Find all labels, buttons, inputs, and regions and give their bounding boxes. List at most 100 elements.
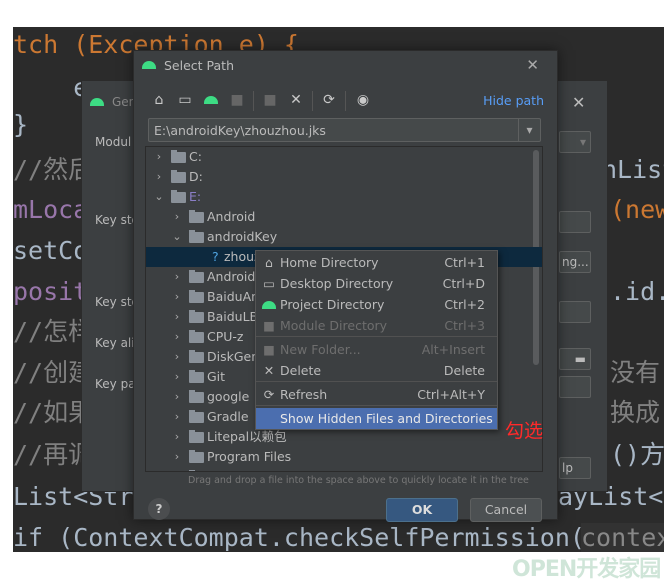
context-menu: ⌂ Home Directory Ctrl+1 ▭ Desktop Directory C…	[255, 250, 498, 430]
folder-icon	[189, 330, 204, 343]
menu-item-module-directory[interactable]: ■ Module Directory Ctrl+3	[256, 315, 497, 336]
code-fragment: 没有	[610, 358, 661, 387]
help-button[interactable]: lp	[559, 457, 591, 479]
drag-drop-hint: Drag and drop a file into the space abov…	[188, 475, 529, 486]
watermark: OPEN开发家园	[512, 557, 661, 582]
tree-item[interactable]: › Litepal以赖包	[146, 427, 542, 447]
show-hidden-icon[interactable]: ◉	[354, 91, 372, 109]
tree-item-label: AndroidI	[207, 269, 260, 284]
menu-item-label: Home Directory	[280, 255, 379, 270]
new-folder-icon[interactable]: ■	[261, 91, 279, 109]
hide-path-link[interactable]: Hide path	[483, 93, 544, 108]
chevron-down-icon[interactable]: ▾	[518, 119, 540, 141]
menu-item-project-directory[interactable]: Project Directory Ctrl+2	[256, 294, 497, 315]
key-password-field[interactable]	[559, 376, 591, 398]
delete-icon: ✕	[263, 363, 275, 378]
dialog-title: Select Path	[164, 58, 234, 73]
field-label: Key ali	[95, 336, 135, 350]
folder-icon[interactable]: ▬	[559, 348, 591, 370]
chevron-right-icon[interactable]: ›	[172, 427, 182, 447]
folder-icon	[189, 410, 204, 423]
help-button[interactable]: ?	[148, 498, 170, 520]
tree-item-label: E:	[189, 189, 202, 204]
unknown-file-icon: ?	[212, 249, 219, 264]
android-project-icon[interactable]	[202, 91, 220, 109]
code-fragment: ()方	[610, 440, 664, 469]
close-icon[interactable]: ✕	[572, 93, 585, 112]
tree-item[interactable]: › ScreenToGif	[146, 467, 542, 471]
chevron-right-icon[interactable]: ›	[172, 407, 182, 427]
tree-item[interactable]: › C:	[146, 147, 542, 167]
tree-item-label: CPU-z	[207, 329, 244, 344]
path-combobox[interactable]: E:\androidKey\zhouzhou.jks ▾	[148, 118, 541, 142]
menu-item-label: Project Directory	[280, 297, 385, 312]
menu-item-delete[interactable]: ✕ Delete Delete	[256, 360, 497, 381]
path-input[interactable]: E:\androidKey\zhouzhou.jks	[154, 123, 326, 138]
menu-item-home-directory[interactable]: ⌂ Home Directory Ctrl+1	[256, 252, 497, 273]
desktop-icon[interactable]: ▭	[176, 91, 194, 109]
tree-item-label: Git	[207, 369, 226, 384]
folder-icon	[189, 210, 204, 223]
chevron-right-icon[interactable]: ›	[172, 207, 182, 227]
tree-item[interactable]: ⌄ androidKey	[146, 227, 542, 247]
chevron-right-icon[interactable]: ›	[172, 327, 182, 347]
folder-icon	[189, 390, 204, 403]
drive-icon	[171, 150, 186, 163]
ok-button[interactable]: OK	[386, 498, 458, 522]
code-fragment: (new	[610, 195, 664, 224]
chevron-down-icon[interactable]: ⌄	[172, 227, 182, 247]
code-line: if (ContextCompat.checkSelfPermission(	[13, 523, 585, 552]
tree-item[interactable]: › Program Files	[146, 447, 542, 467]
code-line: mLoca	[13, 195, 89, 224]
chevron-right-icon[interactable]: ›	[172, 447, 182, 467]
folder-icon	[189, 450, 204, 463]
menu-item-shortcut: Ctrl+1	[444, 255, 485, 270]
tree-item-label: Program Files	[207, 449, 292, 464]
tree-item-label: Gradle	[207, 409, 249, 424]
keystore-path-field[interactable]	[559, 211, 591, 233]
folder-icon	[189, 430, 204, 443]
menu-item-shortcut: Ctrl+Alt+Y	[417, 387, 485, 402]
keystore-password-field[interactable]	[559, 301, 591, 323]
tree-item-label: Litepal以赖包	[207, 429, 287, 444]
tree-item-label: ScreenToGif	[207, 467, 281, 471]
chevron-right-icon[interactable]: ›	[172, 387, 182, 407]
refresh-icon[interactable]: ⟳	[320, 91, 338, 109]
tree-item-label: androidKey	[207, 229, 278, 244]
module-dropdown[interactable]: ▾	[559, 131, 591, 153]
menu-item-show-hidden-files-and-directories[interactable]: Show Hidden Files and Directories	[256, 408, 497, 429]
chevron-right-icon[interactable]: ›	[172, 367, 182, 387]
module-icon[interactable]: ■	[228, 91, 246, 109]
delete-icon[interactable]: ✕	[287, 91, 305, 109]
tree-item[interactable]: › Android	[146, 207, 542, 227]
tree-item-label: DiskGen	[207, 349, 260, 364]
tree-item[interactable]: ⌄ E:	[146, 187, 542, 207]
chevron-right-icon[interactable]: ›	[172, 347, 182, 367]
folder-icon	[189, 290, 204, 303]
cancel-button[interactable]: Cancel	[470, 498, 542, 522]
tree-item-label: Android	[207, 209, 256, 224]
home-icon[interactable]: ⌂	[150, 91, 168, 109]
code-line: setCo	[13, 236, 89, 265]
chevron-right-icon[interactable]: ›	[172, 287, 182, 307]
drive-icon	[171, 170, 186, 183]
chevron-right-icon[interactable]: ›	[172, 307, 182, 327]
field-label: Modul	[95, 135, 132, 149]
menu-item-refresh[interactable]: ⟳ Refresh Ctrl+Alt+Y	[256, 384, 497, 405]
menu-item-label: Refresh	[280, 387, 328, 402]
chevron-right-icon[interactable]: ›	[154, 147, 164, 167]
new-folder-icon: ■	[263, 342, 275, 357]
chevron-right-icon[interactable]: ›	[172, 467, 182, 471]
refresh-icon: ⟳	[263, 387, 275, 402]
chevron-down-icon[interactable]: ⌄	[154, 187, 164, 207]
menu-item-desktop-directory[interactable]: ▭ Desktop Directory Ctrl+D	[256, 273, 497, 294]
close-icon[interactable]: ✕	[526, 56, 539, 74]
choose-existing-button[interactable]: ng...	[559, 251, 591, 273]
code-fragment: nList	[602, 155, 664, 184]
menu-item-label: Delete	[280, 363, 322, 378]
chevron-right-icon[interactable]: ›	[154, 167, 164, 187]
desktop-icon: ▭	[263, 276, 275, 291]
menu-item-new-folder[interactable]: ■ New Folder... Alt+Insert	[256, 339, 497, 360]
chevron-right-icon[interactable]: ›	[172, 267, 182, 287]
tree-item[interactable]: › D:	[146, 167, 542, 187]
